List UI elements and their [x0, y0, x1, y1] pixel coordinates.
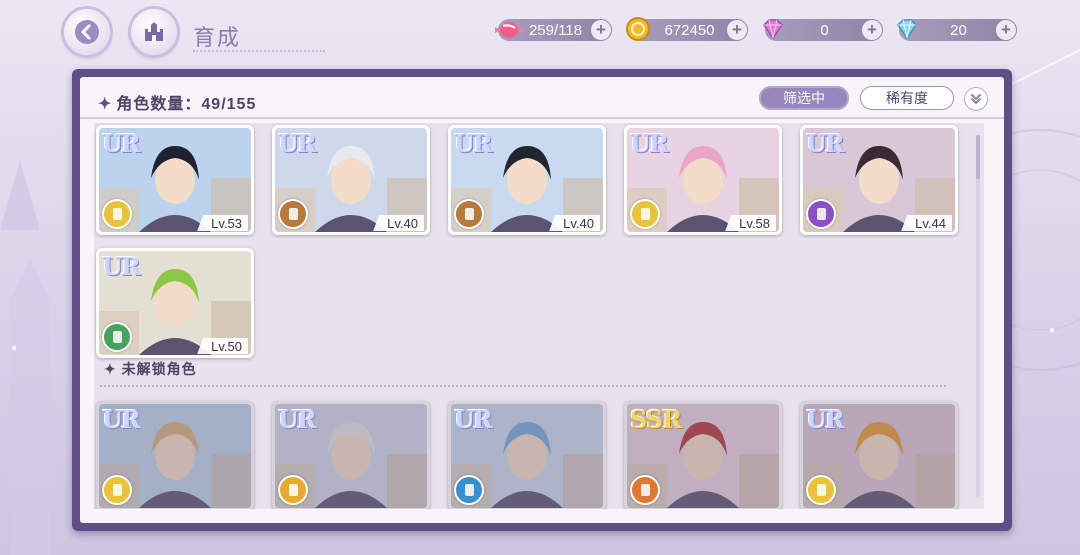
rarity-sort-button[interactable]: 稀有度 [860, 86, 954, 110]
castle-icon [145, 22, 163, 41]
element-icon [630, 475, 660, 505]
character-card[interactable]: UR Lv.40 [448, 125, 606, 235]
rarity-badge: UR [102, 405, 141, 434]
sparkle-icon: ✦ [104, 361, 117, 377]
panel-body: ✦ 角色数量：49/155 筛选中 稀有度 UR Lv.53 UR Lv.40 UR Lv.… [80, 77, 1004, 523]
filter-button[interactable]: 筛选中 [759, 86, 849, 110]
rarity-badge: UR [278, 129, 317, 158]
rarity-badge: UR [806, 405, 845, 434]
rarity-badge: UR [806, 129, 845, 158]
locked-character-card[interactable]: SSR [624, 401, 782, 509]
rarity-badge: UR [630, 129, 669, 158]
add-gold-button[interactable]: + [727, 20, 747, 40]
level-label: Lv.40 [373, 215, 424, 231]
rarity-badge: UR [102, 129, 141, 158]
back-arrow-icon [75, 20, 99, 44]
level-label: Lv.44 [901, 215, 952, 231]
element-icon [102, 322, 132, 352]
blue-diamond-icon [897, 19, 917, 40]
pink-diamond-icon [763, 19, 783, 40]
back-button[interactable] [64, 9, 110, 55]
scrollbar[interactable] [976, 135, 980, 497]
rarity-badge: UR [102, 252, 141, 281]
element-icon [278, 199, 308, 229]
element-icon [102, 199, 132, 229]
add-pink-gem-button[interactable]: + [862, 20, 882, 40]
add-candy-button[interactable]: + [591, 20, 611, 40]
sort-order-button[interactable] [964, 87, 988, 111]
character-card[interactable]: UR Lv.53 [96, 125, 254, 235]
candy-resource: 259/118 + [495, 19, 612, 41]
character-card[interactable]: UR Lv.40 [272, 125, 430, 235]
gold-resource: 672450 + [626, 17, 748, 41]
character-list[interactable]: UR Lv.53 UR Lv.40 UR Lv.40 UR Lv.58 UR Lv.44 UR Lv.… [94, 123, 984, 509]
blue-gem-resource: 20 + [897, 19, 1017, 41]
double-chevron-down-icon [971, 94, 981, 105]
rarity-badge: UR [454, 129, 493, 158]
rarity-badge: UR [454, 405, 493, 434]
element-icon [454, 199, 484, 229]
add-blue-gem-button[interactable]: + [996, 20, 1016, 40]
locked-character-card[interactable]: UR [448, 401, 606, 509]
screen-title: 育成 [193, 20, 325, 52]
home-button[interactable] [131, 9, 177, 55]
level-label: Lv.53 [197, 215, 248, 231]
locked-character-card[interactable]: UR [96, 401, 254, 509]
character-count-text: 角色数量：49/155 [116, 96, 257, 113]
element-icon [454, 475, 484, 505]
locked-section-header: ✦ 未解锁角色 [104, 359, 197, 379]
element-icon [278, 475, 308, 505]
rarity-badge: SSR [630, 405, 682, 434]
panel-header: ✦ 角色数量：49/155 筛选中 稀有度 [80, 77, 1004, 119]
character-count: ✦ 角色数量：49/155 [98, 90, 256, 114]
pink-gem-resource: 0 + [763, 19, 883, 41]
character-panel: ✦ 角色数量：49/155 筛选中 稀有度 UR Lv.53 UR Lv.40 UR Lv.… [72, 69, 1012, 531]
locked-character-card[interactable]: UR [272, 401, 430, 509]
level-label: Lv.58 [725, 215, 776, 231]
level-label: Lv.50 [197, 338, 248, 354]
coin-icon [626, 17, 650, 41]
character-card[interactable]: UR Lv.58 [624, 125, 782, 235]
section-divider [100, 385, 946, 387]
element-icon [806, 475, 836, 505]
locked-character-card[interactable]: UR [800, 401, 958, 509]
character-card[interactable]: UR Lv.50 [96, 248, 254, 358]
locked-section-label: 未解锁角色 [121, 361, 197, 377]
element-icon [102, 475, 132, 505]
element-icon [806, 199, 836, 229]
rarity-badge: UR [278, 405, 317, 434]
candy-icon [495, 22, 523, 38]
level-label: Lv.40 [549, 215, 600, 231]
element-icon [630, 199, 660, 229]
scrollbar-thumb[interactable] [976, 135, 980, 179]
character-card[interactable]: UR Lv.44 [800, 125, 958, 235]
sparkle-icon: ✦ [98, 96, 113, 113]
